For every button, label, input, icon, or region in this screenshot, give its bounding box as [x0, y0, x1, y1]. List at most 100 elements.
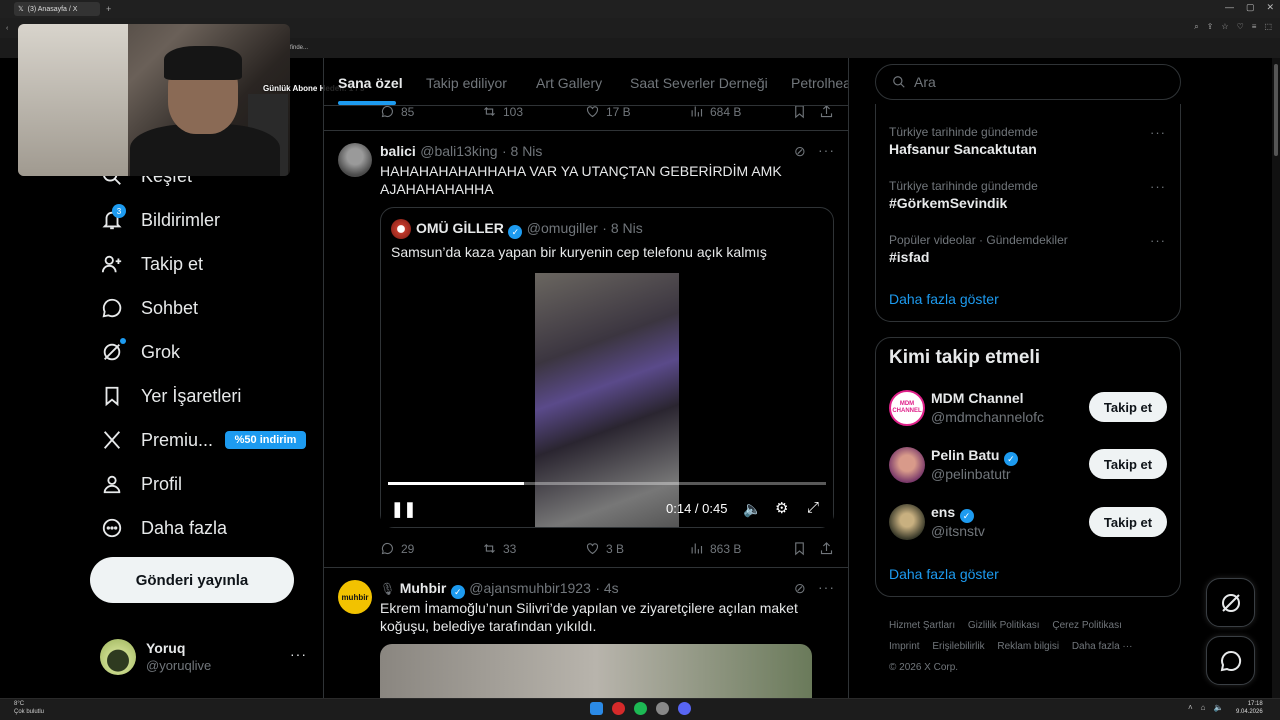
reply-button[interactable]: 85 [380, 104, 414, 119]
sidebar-item-follow[interactable]: Takip et [100, 244, 203, 284]
follow-button[interactable]: Takip et [1089, 392, 1167, 422]
discord-icon[interactable] [678, 702, 691, 715]
sidebar-item-label: Bildirimler [141, 209, 221, 230]
premium-discount-badge[interactable]: %50 indirim [225, 431, 306, 449]
suggested-user-name[interactable]: Pelin Batu [931, 447, 999, 463]
weather-widget[interactable]: 8°C Çok bulutlu [14, 700, 44, 716]
tweet-author-name[interactable]: Muhbir [400, 580, 447, 596]
bookmark-button[interactable] [792, 541, 807, 556]
pause-icon[interactable]: ❚❚ [391, 500, 416, 518]
maximize-button[interactable]: ▢ [1246, 2, 1255, 13]
volume-icon[interactable]: 🔈 [1214, 703, 1224, 712]
chevron-up-icon[interactable]: ˄ [1188, 703, 1193, 712]
post-button[interactable]: Gönderi yayınla [90, 557, 294, 603]
follow-button[interactable]: Takip et [1089, 449, 1167, 479]
trend-title[interactable]: Hafsanur Sancaktutan [889, 141, 1037, 157]
bookmark-button[interactable] [792, 104, 807, 119]
trend-more-icon[interactable]: ··· [1150, 233, 1166, 248]
start-icon[interactable] [590, 702, 603, 715]
share-button[interactable] [819, 104, 834, 119]
footer-link[interactable]: Hizmet Şartları [889, 620, 955, 631]
follow-button[interactable]: Takip et [1089, 507, 1167, 537]
heart-icon[interactable]: ♡ [1237, 22, 1244, 32]
trend-title[interactable]: #isfad [889, 249, 929, 265]
tab-for-you[interactable]: Sana özel [338, 75, 403, 91]
tab-following[interactable]: Takip ediliyor [426, 75, 507, 91]
avatar[interactable] [338, 143, 372, 177]
like-button[interactable]: 17 B [585, 104, 631, 119]
footer-link[interactable]: Imprint [889, 641, 920, 652]
share-icon[interactable]: ⇪ [1207, 22, 1214, 32]
views-button[interactable]: 863 B [689, 541, 741, 556]
sidebar-item-grok[interactable]: Grok [100, 332, 180, 372]
opera-icon[interactable] [612, 702, 625, 715]
verified-icon: ✓ [1003, 452, 1018, 466]
tab-saat-severler[interactable]: Saat Severler Derneği [630, 75, 768, 91]
trends-show-more-link[interactable]: Daha fazla göster [889, 291, 999, 307]
footer-link[interactable]: Reklam bilgisi [997, 641, 1059, 652]
like-button[interactable]: 3 B [585, 541, 624, 556]
menu-icon[interactable]: ≡ [1252, 22, 1257, 32]
settings-gear-icon[interactable]: ⚙ [775, 499, 788, 517]
footer-link[interactable]: Çerez Politikası [1052, 620, 1121, 631]
back-icon[interactable]: ‹ [6, 25, 8, 32]
reply-button[interactable]: 29 [380, 541, 414, 556]
minimize-button[interactable]: — [1225, 2, 1234, 13]
grok-explain-icon[interactable]: ⊘ [794, 580, 806, 597]
sidebar-item-more[interactable]: Daha fazla [100, 508, 227, 548]
sidebar-item-bookmarks[interactable]: Yer İşaretleri [100, 376, 241, 416]
network-icon[interactable]: ⌂ [1201, 703, 1206, 712]
star-icon[interactable]: ☆ [1221, 22, 1228, 32]
volume-icon[interactable]: 🔈 [743, 500, 762, 518]
tweet-more-icon[interactable]: ··· [818, 142, 835, 158]
close-window-button[interactable]: ✕ [1266, 2, 1274, 13]
tab-petrolhead[interactable]: Petrolhea [791, 75, 848, 91]
footer-link[interactable]: Daha fazla ··· [1072, 641, 1133, 652]
trend-more-icon[interactable]: ··· [1150, 179, 1166, 194]
messages-fab-button[interactable] [1206, 636, 1255, 685]
tweet-author-handle[interactable]: @bali13king [420, 143, 497, 159]
avatar[interactable] [889, 447, 925, 483]
repost-button[interactable]: 103 [482, 104, 523, 119]
grok-explain-icon[interactable]: ⊘ [794, 143, 806, 160]
avatar[interactable] [100, 639, 136, 675]
search-input[interactable]: Ara [875, 64, 1181, 100]
follow-show-more-link[interactable]: Daha fazla göster [889, 566, 999, 582]
extensions-icon[interactable]: ⬚ [1264, 22, 1272, 32]
scrollbar-thumb[interactable] [1274, 64, 1278, 156]
views-button[interactable]: 684 B [689, 104, 741, 119]
tweet-author-handle[interactable]: @ajansmuhbir1923 [469, 580, 591, 596]
tweet-time[interactable]: · 8 Nis [502, 143, 542, 159]
share-button[interactable] [819, 541, 834, 556]
video-progress-fill [388, 482, 524, 485]
new-tab-icon[interactable]: + [106, 4, 111, 14]
grok-fab-button[interactable] [1206, 578, 1255, 627]
zoom-icon[interactable]: ⌕ [1194, 22, 1198, 32]
spotify-icon[interactable] [634, 702, 647, 715]
tweet-time[interactable]: · 4s [595, 580, 618, 596]
browser-tab[interactable]: 𝕏 (3) Anasayfa / X [14, 2, 100, 16]
footer-link[interactable]: Gizlilik Politikası [968, 620, 1040, 631]
repost-button[interactable]: 33 [482, 541, 516, 556]
app-icon[interactable] [656, 702, 669, 715]
sidebar-item-chat[interactable]: Sohbet [100, 288, 198, 328]
account-more-icon[interactable]: ··· [290, 646, 307, 662]
trend-more-icon[interactable]: ··· [1150, 125, 1166, 140]
sidebar-item-premium[interactable]: Premiu... [100, 420, 213, 460]
suggested-user-name[interactable]: MDM Channel [931, 390, 1024, 406]
avatar[interactable]: muhbir [338, 580, 372, 614]
tweet-media[interactable] [380, 644, 812, 700]
tab-art-gallery[interactable]: Art Gallery [536, 75, 602, 91]
avatar[interactable]: MDM CHANNEL [889, 390, 925, 426]
avatar[interactable] [889, 504, 925, 540]
suggested-user-name[interactable]: ens [931, 504, 955, 520]
tweet-more-icon[interactable]: ··· [818, 579, 835, 595]
sidebar-item-profile[interactable]: Profil [100, 464, 182, 504]
person-icon [100, 472, 124, 496]
tweet-author-name[interactable]: balici [380, 143, 416, 159]
clock[interactable]: 17:18 9.04.2026 [1236, 700, 1263, 716]
trend-title[interactable]: #GörkemSevindik [889, 195, 1007, 211]
footer-link[interactable]: Erişilebilirlik [932, 641, 984, 652]
bookmark-item[interactable]: finde... [290, 45, 308, 51]
fullscreen-icon[interactable]: ⤢ [807, 499, 819, 516]
